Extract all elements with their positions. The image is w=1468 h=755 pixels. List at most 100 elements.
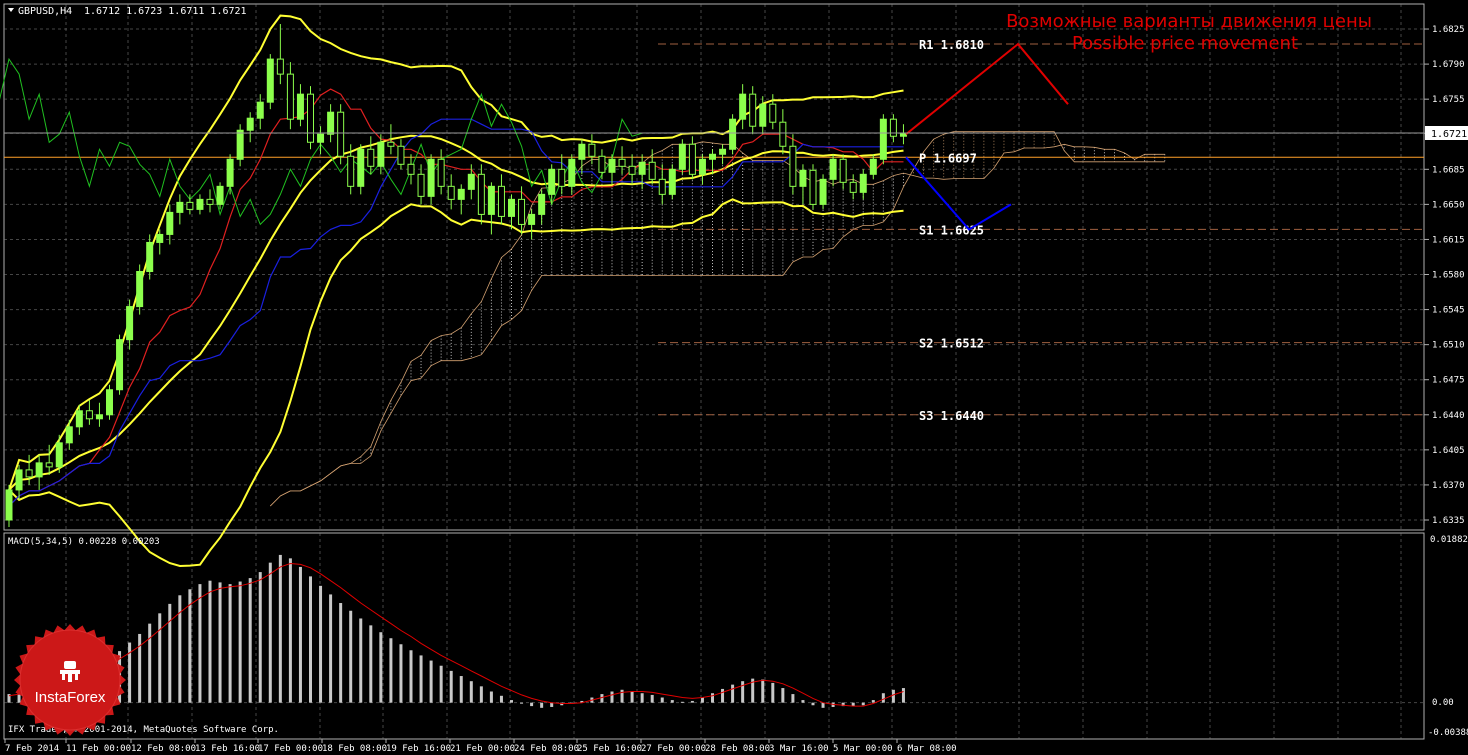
macd-bar [228,584,232,703]
price-tick-label: 1.6615 [1432,235,1465,245]
macd-bar [711,693,714,703]
macd-bar [660,697,664,703]
candle-body [266,58,274,103]
candle-body [357,148,365,187]
candle-body [327,111,335,135]
macd-bar [721,688,725,703]
pivot-label-s2: S2 1.6512 [919,337,984,351]
candle-body [568,158,576,187]
macd-bar [700,697,704,703]
candle-body [518,198,526,225]
candle-body [106,389,113,416]
macd-bar [298,566,302,703]
candle-body [477,173,485,215]
candle-body [116,339,124,391]
candle-body [337,111,345,157]
macd-bar [339,603,343,703]
chart-window: R1 1.6810P 1.6697S1 1.6625S2 1.6512S3 1.… [0,0,1468,755]
candle-body [467,173,475,190]
candle-body [558,168,566,187]
candle-body [437,158,445,187]
candle-body [256,101,264,119]
candle-body [548,168,556,195]
macd-bar [610,691,614,703]
macd-bar [640,693,644,703]
macd-bar [489,691,493,703]
price-tick-label: 1.6510 [1432,341,1465,351]
macd-bar [198,584,202,703]
macd-bar [771,682,775,703]
candle-body [206,198,214,205]
candle-body [417,173,425,197]
candle-body [869,158,877,175]
macd-bar [309,576,312,703]
time-tick-label: 11 Feb 00:00 [66,744,131,754]
pivot-label-s3: S3 1.6440 [919,409,984,423]
candle-body [709,153,716,160]
macd-bar [369,625,373,703]
macd-bar [379,632,383,703]
current-price-label: 1.6721 [1431,129,1467,140]
macd-bar [620,689,624,703]
macd-bar [881,693,885,703]
candle-body [307,93,314,143]
candle-body [457,188,465,200]
candle-body [819,178,827,205]
price-tick-label: 1.6475 [1432,376,1465,386]
candle-body [15,469,23,491]
candle-body [668,168,676,195]
candle-body [347,155,355,187]
candle-body [236,129,244,160]
candle-body [769,103,777,123]
annotation-title-en: Possible price movement [1072,33,1298,54]
candle-body [799,169,807,187]
price-tick-label: 1.6650 [1432,200,1465,210]
macd-bar [359,618,363,703]
macd-bar [399,644,403,703]
time-tick-label: 17 Feb 00:00 [258,744,323,754]
macd-bar [530,702,534,707]
candle-body [729,118,737,150]
candle-body [658,178,666,195]
candle-body [387,141,395,147]
candle-body [95,414,103,420]
macd-bar [439,665,443,703]
price-tick-label: 1.6335 [1432,516,1465,526]
macd-bar [510,700,513,703]
candle-body [166,211,174,235]
candle-body [859,173,867,193]
candle-body [407,163,415,175]
candle-body [719,148,727,155]
candle-body [889,118,897,137]
macd-bar [741,681,745,703]
candle-body [35,462,43,478]
price-tick-label: 1.6825 [1432,25,1465,35]
macd-bar [278,554,282,703]
macd-bar [821,702,825,708]
macd-bar [680,701,684,703]
candle-body [508,198,515,217]
candle-body [5,489,13,521]
macd-bar [520,702,524,704]
candle-body [65,426,73,444]
candle-body [45,462,53,468]
candle-body [447,185,455,200]
candle-body [216,185,224,205]
candle-body [688,143,696,175]
candle-body [226,158,234,187]
time-tick-label: 5 Mar 00:00 [833,744,893,754]
pivot-label-r1: R1 1.6810 [919,38,984,52]
macd-bar [268,562,272,703]
macd-bar [248,578,252,703]
candle-body [648,161,656,180]
candle-body [176,201,184,213]
price-tick-label: 1.6580 [1432,271,1465,281]
time-tick-label: 28 Feb 08:00 [705,744,770,754]
candle-body [85,410,93,420]
candle-body [899,132,907,137]
macd-bar [329,594,333,703]
symbol-label[interactable]: GBPUSD,H4 [18,6,72,17]
macd-bar [449,670,453,703]
candle-body [276,58,284,75]
time-tick-label: 21 Feb 00:00 [450,744,515,754]
